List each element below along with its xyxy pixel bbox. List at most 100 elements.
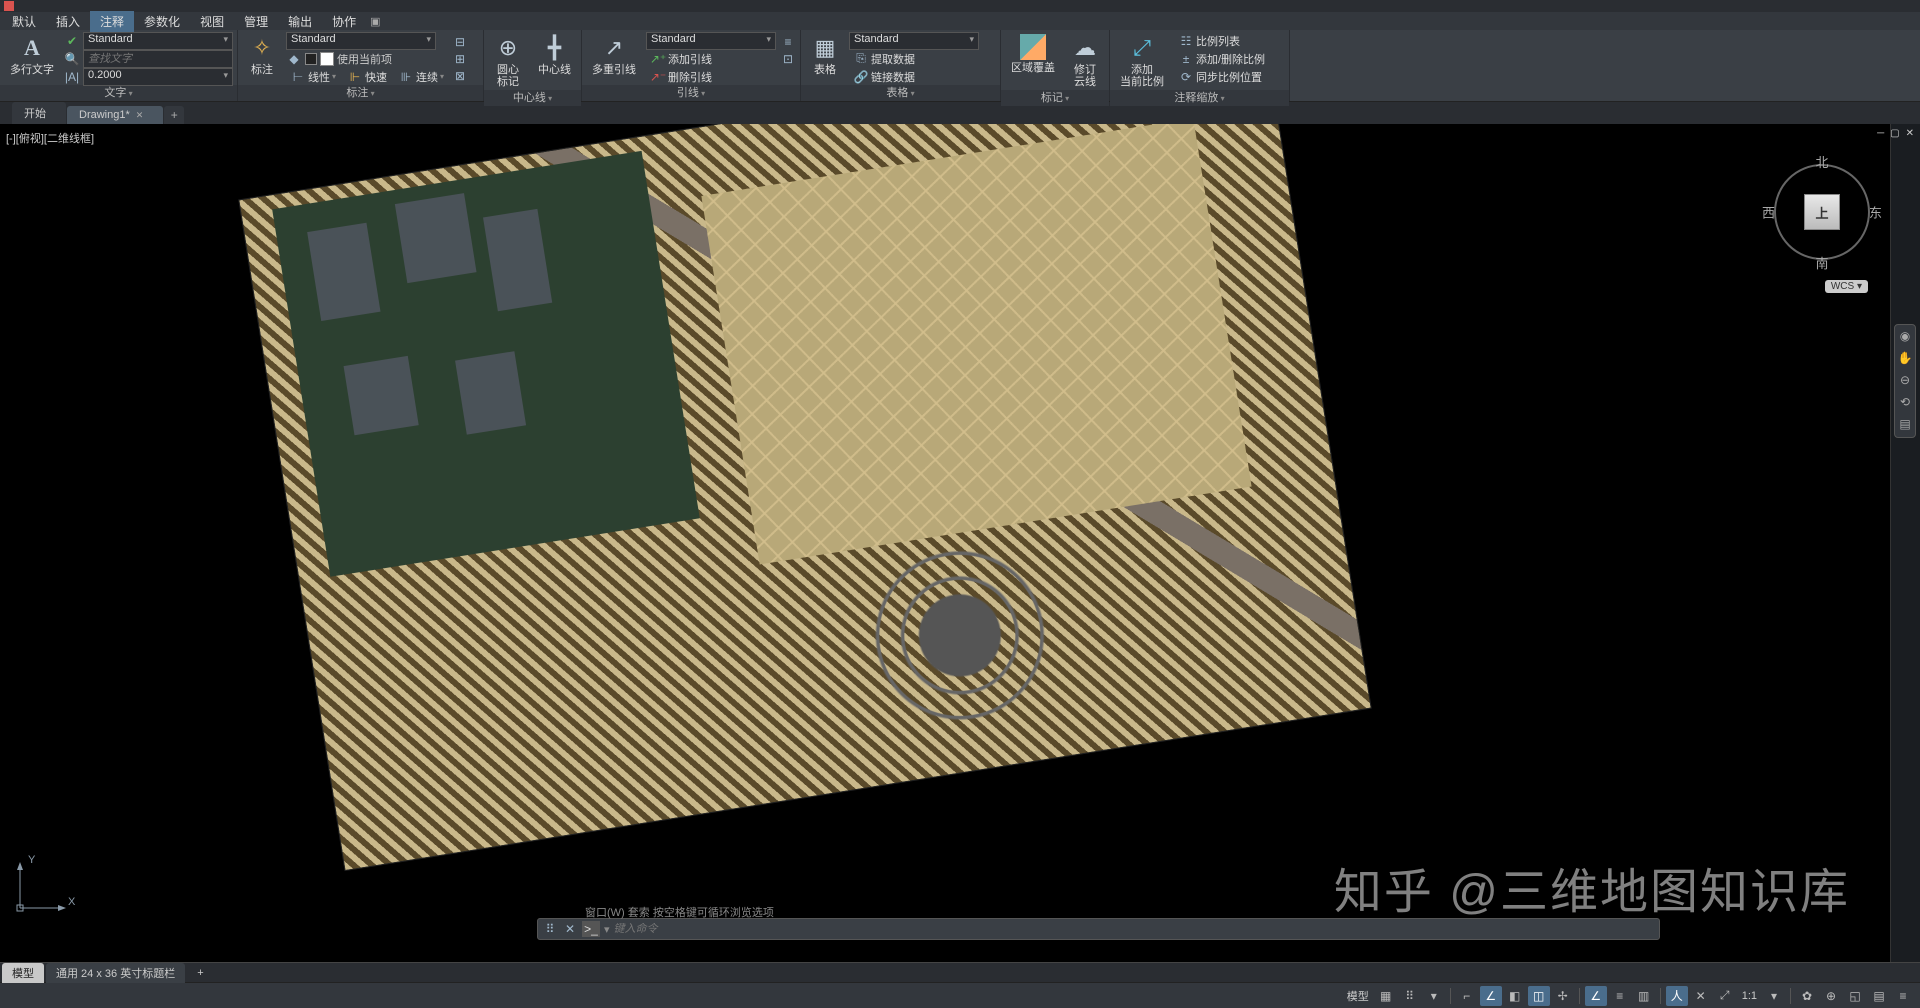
layout-tab-model[interactable]: 模型 — [2, 963, 44, 983]
menu-collaborate[interactable]: 协作 — [322, 11, 366, 32]
sb-trans-icon[interactable]: ▥ — [1633, 986, 1655, 1006]
panel-leader-title[interactable]: 引线 — [582, 85, 800, 101]
sb-otrack-icon[interactable]: ∠ — [1585, 986, 1607, 1006]
dim-tool1-icon[interactable]: ⊟ — [452, 34, 468, 50]
nav-zoom-icon[interactable]: ⊖ — [1897, 373, 1913, 389]
centermark-button[interactable]: ⊕ 圆心 标记 — [488, 32, 528, 90]
remove-leader-button[interactable]: ↗⁻删除引线 — [646, 68, 716, 86]
nav-wheel-icon[interactable]: ◉ — [1897, 329, 1913, 345]
sb-iso-icon[interactable]: ◧ — [1504, 986, 1526, 1006]
doc-tab-start[interactable]: 开始 — [12, 102, 66, 124]
sb-scale-menu-icon[interactable]: ▾ — [1763, 986, 1785, 1006]
menu-insert[interactable]: 插入 — [46, 11, 90, 32]
sb-menu1-icon[interactable]: ▾ — [1423, 986, 1445, 1006]
leader-tool2-icon[interactable]: ⊡ — [780, 51, 796, 67]
sb-monitor-icon[interactable]: ⊕ — [1820, 986, 1842, 1006]
leader-style-dropdown[interactable]: Standard — [646, 32, 776, 50]
sb-osnap-icon[interactable]: ◫ — [1528, 986, 1550, 1006]
menu-extra-icon[interactable]: ▣ — [370, 15, 380, 28]
check-icon[interactable]: ✔ — [64, 33, 80, 49]
viewcube-face[interactable]: 上 — [1804, 194, 1840, 230]
sb-units-icon[interactable]: ◱ — [1844, 986, 1866, 1006]
command-line[interactable]: ⠿ ✕ >_ ▾ — [537, 918, 1660, 940]
viewcube-north[interactable]: 北 — [1815, 152, 1828, 171]
menu-view[interactable]: 视图 — [190, 11, 234, 32]
viewcube-west[interactable]: 西 — [1762, 203, 1775, 222]
text-style-dropdown[interactable]: Standard — [83, 32, 233, 50]
panel-table-title[interactable]: 表格 — [801, 85, 1000, 101]
add-scale-button[interactable]: ⤢ 添加 当前比例 — [1114, 32, 1170, 90]
cmd-handle-icon[interactable]: ⠿ — [542, 921, 558, 937]
panel-scale-title[interactable]: 注释缩放 — [1110, 90, 1289, 106]
layout-tab-sheet[interactable]: 通用 24 x 36 英寸标题栏 — [46, 963, 185, 983]
sb-polar-icon[interactable]: ∠ — [1480, 986, 1502, 1006]
command-input[interactable] — [614, 923, 1655, 935]
close-icon[interactable]: ✕ — [136, 110, 144, 121]
sb-anno2-icon[interactable]: ✕ — [1690, 986, 1712, 1006]
table-style-dropdown[interactable]: Standard — [849, 32, 979, 50]
viewport-label[interactable]: [-][俯视][二维线框] — [6, 130, 94, 146]
app-icon[interactable] — [4, 1, 14, 11]
find-text-input[interactable] — [83, 50, 233, 68]
sb-snap-icon[interactable]: ⠿ — [1399, 986, 1421, 1006]
dim-layer-icon[interactable]: ◆ — [286, 51, 302, 67]
menu-parametric[interactable]: 参数化 — [134, 11, 190, 32]
panel-dim-title[interactable]: 标注 — [238, 85, 483, 101]
nav-pan-icon[interactable]: ✋ — [1897, 351, 1913, 367]
menu-output[interactable]: 输出 — [278, 11, 322, 32]
minimize-icon[interactable]: ─ — [1877, 128, 1884, 139]
sync-scale-button[interactable]: ⟳同步比例位置 — [1174, 68, 1266, 86]
menu-default[interactable]: 默认 — [2, 11, 46, 32]
dim-continue-button[interactable]: ⊪连续 ▾ — [394, 68, 448, 86]
panel-center-title[interactable]: 中心线 — [484, 90, 581, 106]
mtext-button[interactable]: A 多行文字 — [4, 32, 60, 78]
viewcube-south[interactable]: 南 — [1815, 253, 1828, 272]
dim-tool2-icon[interactable]: ⊞ — [452, 51, 468, 67]
dim-linear-button[interactable]: ⊢线性 ▾ — [286, 68, 340, 86]
sb-anno3-icon[interactable]: ⤢ — [1714, 986, 1736, 1006]
extract-data-button[interactable]: ⎘提取数据 — [849, 50, 919, 68]
sb-lwt-icon[interactable]: ≡ — [1609, 986, 1631, 1006]
cmd-close-icon[interactable]: ✕ — [562, 921, 578, 937]
dim-tool3-icon[interactable]: ⊠ — [452, 68, 468, 84]
centerline-button[interactable]: ╋ 中心线 — [532, 32, 577, 78]
sb-grid-icon[interactable]: ▦ — [1375, 986, 1397, 1006]
dim-color-swatch[interactable] — [320, 52, 334, 66]
add-leader-button[interactable]: ↗⁺添加引线 — [646, 50, 716, 68]
scale-list-button[interactable]: ☷比例列表 — [1174, 32, 1244, 50]
sb-model[interactable]: 模型 — [1343, 988, 1373, 1004]
drawing-canvas[interactable]: 知乎 @三维地图知识库 窗口(W) 套索 按空格键可循环浏览选项 ⠿ ✕ >_ … — [215, 124, 1890, 962]
ucs-icon[interactable]: Y X — [10, 858, 70, 918]
nav-showmotion-icon[interactable]: ▤ — [1897, 417, 1913, 433]
wipeout-button[interactable]: 区域覆盖 — [1005, 32, 1061, 76]
text-height-icon[interactable]: |A| — [64, 69, 80, 85]
table-button[interactable]: ▦ 表格 — [805, 32, 845, 78]
sb-custom-icon[interactable]: ≡ — [1892, 986, 1914, 1006]
doc-tab-drawing1[interactable]: Drawing1*✕ — [67, 106, 163, 124]
link-data-button[interactable]: 🔗链接数据 — [849, 68, 919, 86]
nav-orbit-icon[interactable]: ⟲ — [1897, 395, 1913, 411]
dim-style-dropdown[interactable]: Standard — [286, 32, 436, 50]
panel-text-title[interactable]: 文字 — [0, 85, 237, 101]
sb-ortho-icon[interactable]: ⌐ — [1456, 986, 1478, 1006]
text-height-dropdown[interactable]: 0.2000 — [83, 68, 233, 86]
use-current-check[interactable] — [305, 53, 317, 65]
revcloud-button[interactable]: ☁ 修订 云线 — [1065, 32, 1105, 90]
viewcube[interactable]: 北 南 西 东 上 — [1762, 152, 1882, 272]
layout-tab-add[interactable]: + — [187, 965, 213, 981]
mleader-button[interactable]: ↗ 多重引线 — [586, 32, 642, 78]
sb-qprop-icon[interactable]: ▤ — [1868, 986, 1890, 1006]
add-del-scale-button[interactable]: ±添加/删除比例 — [1174, 50, 1269, 68]
dim-button[interactable]: ✧ 标注 — [242, 32, 282, 78]
menu-annotate[interactable]: 注释 — [90, 11, 134, 32]
sb-scale[interactable]: 1:1 — [1738, 990, 1761, 1002]
new-tab-button[interactable]: + — [164, 106, 184, 124]
restore-icon[interactable]: ▢ — [1890, 128, 1899, 139]
dim-quick-button[interactable]: ⊩快速 — [343, 68, 391, 86]
sb-anno-icon[interactable]: 人 — [1666, 986, 1688, 1006]
wcs-badge[interactable]: WCS ▾ — [1825, 280, 1868, 293]
leader-tool1-icon[interactable]: ≡ — [780, 34, 796, 50]
close-viewport-icon[interactable]: ✕ — [1906, 128, 1914, 139]
sb-ws-icon[interactable]: ✿ — [1796, 986, 1818, 1006]
viewcube-east[interactable]: 东 — [1869, 203, 1882, 222]
